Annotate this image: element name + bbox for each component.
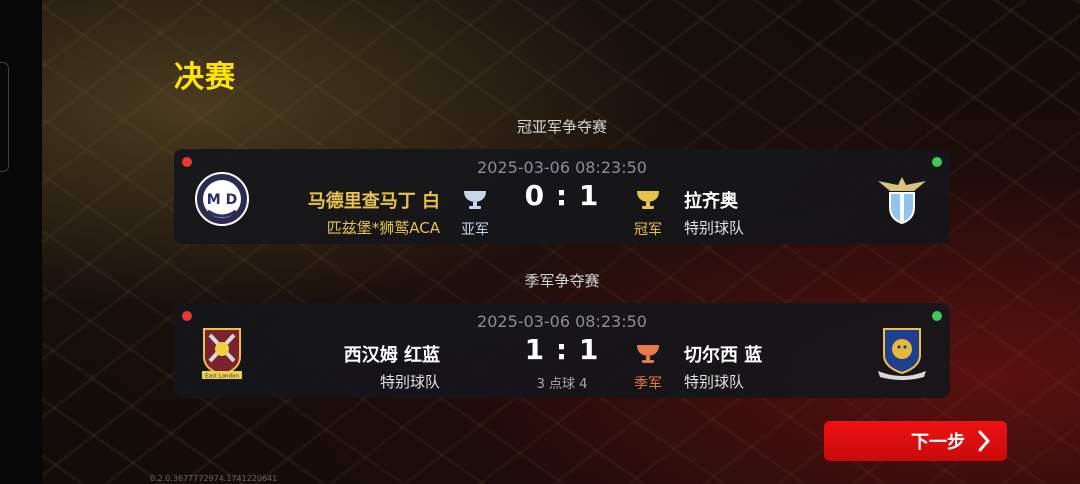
home-result-label: 亚军 xyxy=(461,222,489,238)
silver-trophy-icon xyxy=(464,191,486,209)
away-team-name: 拉齐奥 xyxy=(684,191,738,212)
east-london-text: East London xyxy=(205,374,239,380)
version-text: 0.2.0.3677772974.1741220641 xyxy=(150,474,278,483)
match-score: 0 : 1 xyxy=(524,179,600,212)
section-label-final: 冠亚军争夺赛 xyxy=(516,118,607,136)
home-team-name: 马德里查马丁 白 xyxy=(307,191,440,212)
match-score: 1 : 1 xyxy=(524,333,600,366)
next-step-label: 下一步 xyxy=(911,432,965,453)
match-card-third-place: 2025-03-06 08:23:50 East London 西汉姆 红蓝 特… xyxy=(174,303,950,398)
bronze-trophy-icon xyxy=(637,345,659,363)
home-team-sub: 特别球队 xyxy=(379,373,440,391)
away-result-label: 冠军 xyxy=(634,222,662,238)
madrid-chamartin-logo-icon: M D xyxy=(195,172,249,226)
home-team-sub: 匹兹堡*狮鹫ACA xyxy=(326,219,440,237)
away-team-sub: 特别球队 xyxy=(684,219,745,237)
match-datetime: 2025-03-06 08:23:50 xyxy=(477,312,647,331)
section-label-third-place: 季军争夺赛 xyxy=(524,272,600,290)
away-result-label: 季军 xyxy=(634,376,662,392)
gold-trophy-icon xyxy=(637,191,659,209)
away-team-name: 切尔西 蓝 xyxy=(684,345,763,366)
chelsea-lion-logo-icon xyxy=(878,328,926,380)
match-datetime: 2025-03-06 08:23:50 xyxy=(477,158,647,177)
logo-text: M D xyxy=(207,192,237,208)
east-london-logo-icon: East London xyxy=(202,328,242,380)
page-title: 决赛 xyxy=(174,60,236,95)
penalty-score: 3 点球 4 xyxy=(536,377,588,392)
match-card-final: 2025-03-06 08:23:50 M D 马德里查马丁 白 匹兹堡*狮鹫A… xyxy=(174,149,950,244)
next-step-button[interactable]: 下一步 xyxy=(824,421,1007,461)
lazio-eagle-logo-icon xyxy=(878,177,926,225)
home-team-name: 西汉姆 红蓝 xyxy=(343,345,440,366)
chevron-right-icon xyxy=(978,430,990,452)
side-drawer-handle[interactable] xyxy=(0,62,9,172)
away-team-sub: 特别球队 xyxy=(684,373,745,391)
